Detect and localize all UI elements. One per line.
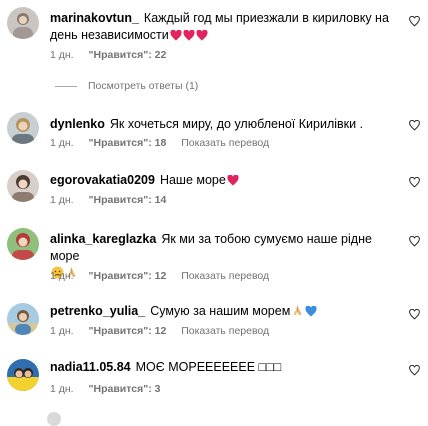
show-translation-button[interactable]: Показать перевод bbox=[181, 325, 269, 337]
red-heart-icon bbox=[227, 174, 239, 191]
comment-username[interactable]: nadia11.05.84 bbox=[50, 360, 131, 374]
next-comment-avatar bbox=[47, 412, 61, 426]
comment-meta: 1 дн. "Нравится": 3 bbox=[50, 383, 172, 395]
avatar[interactable] bbox=[7, 7, 39, 39]
comment-time: 1 дн. bbox=[50, 49, 74, 61]
heart-outline-icon[interactable] bbox=[409, 16, 420, 27]
comment-username[interactable]: alinka_kareglazka bbox=[50, 232, 156, 246]
comment-meta: 1 дн. "Нравится": 12 Показать перевод bbox=[50, 325, 281, 337]
avatar-image bbox=[7, 228, 39, 260]
show-translation-button[interactable]: Показать перевод bbox=[181, 270, 269, 282]
comment-username[interactable]: egorovakatia0209 bbox=[50, 173, 155, 187]
comment-username[interactable]: petrenko_yulia_ bbox=[50, 304, 145, 318]
avatar[interactable] bbox=[7, 112, 39, 144]
comment-body: nadia11.05.84 МОЄ МОРЕЕЕЕЕЕЕ □□□ bbox=[50, 359, 400, 376]
avatar-image bbox=[7, 359, 39, 391]
avatar-image bbox=[7, 303, 39, 335]
comment-time: 1 дн. bbox=[50, 194, 74, 206]
comment-likes[interactable]: "Нравится": 22 bbox=[89, 49, 167, 61]
red-heart-icon bbox=[196, 29, 208, 46]
avatar-image bbox=[7, 112, 39, 144]
red-heart-icon bbox=[183, 29, 195, 46]
avatar[interactable] bbox=[7, 359, 39, 391]
comment-likes[interactable]: "Нравится": 18 bbox=[89, 137, 167, 149]
comment-text: Як хочеться миру, до улюбленої Кирилівки… bbox=[109, 117, 364, 131]
avatar[interactable] bbox=[7, 228, 39, 260]
comment-time: 1 дн. bbox=[50, 137, 74, 149]
comment-time: 1 дн. bbox=[50, 383, 74, 395]
comment-body: marinakovtun_ Каждый год мы приезжали в к… bbox=[50, 10, 400, 46]
comment-meta: 1 дн. "Нравится": 22 bbox=[50, 49, 178, 61]
comment-text: Сумую за нашим морем bbox=[150, 304, 291, 318]
avatar[interactable] bbox=[7, 170, 39, 202]
heart-outline-icon[interactable] bbox=[409, 177, 420, 188]
comment-likes[interactable]: "Нравится": 12 bbox=[89, 270, 167, 282]
comment-body: egorovakatia0209 Наше море bbox=[50, 172, 400, 191]
avatar[interactable] bbox=[7, 303, 39, 335]
heart-outline-icon[interactable] bbox=[409, 120, 420, 131]
comment-meta: 1 дн. "Нравится": 12 Показать перевод bbox=[50, 270, 281, 282]
comment-meta: 1 дн. "Нравится": 14 bbox=[50, 194, 178, 206]
comment-username[interactable]: dynlenko bbox=[50, 117, 105, 131]
avatar-image bbox=[7, 7, 39, 39]
comment-time: 1 дн. bbox=[50, 325, 74, 337]
blue-heart-icon bbox=[305, 305, 317, 322]
comment-likes[interactable]: "Нравится": 12 bbox=[89, 325, 167, 337]
comment-body: petrenko_yulia_ Сумую за нашим морем bbox=[50, 303, 400, 322]
comment-likes[interactable]: "Нравится": 3 bbox=[89, 383, 161, 395]
heart-outline-icon[interactable] bbox=[409, 309, 420, 320]
heart-outline-icon[interactable] bbox=[409, 236, 420, 247]
comment-text: МОЄ МОРЕЕЕЕЕЕЕ □□□ bbox=[135, 360, 282, 374]
red-heart-icon bbox=[170, 29, 182, 46]
comment-text: Наше море bbox=[159, 173, 226, 187]
heart-outline-icon[interactable] bbox=[409, 365, 420, 376]
comment-username[interactable]: marinakovtun_ bbox=[50, 11, 139, 25]
replies-divider bbox=[55, 85, 77, 87]
comment-body: dynlenko Як хочеться миру, до улюбленої К… bbox=[50, 116, 400, 133]
show-translation-button[interactable]: Показать перевод bbox=[181, 137, 269, 149]
comment-meta: 1 дн. "Нравится": 18 Показать перевод bbox=[50, 137, 281, 149]
praying-hands-icon bbox=[291, 304, 304, 322]
comment-likes[interactable]: "Нравится": 14 bbox=[89, 194, 167, 206]
avatar-image bbox=[7, 170, 39, 202]
view-replies-button[interactable]: Посмотреть ответы (1) bbox=[55, 80, 198, 92]
view-replies-label: Посмотреть ответы (1) bbox=[88, 80, 199, 92]
comment-time: 1 дн. bbox=[50, 270, 74, 282]
